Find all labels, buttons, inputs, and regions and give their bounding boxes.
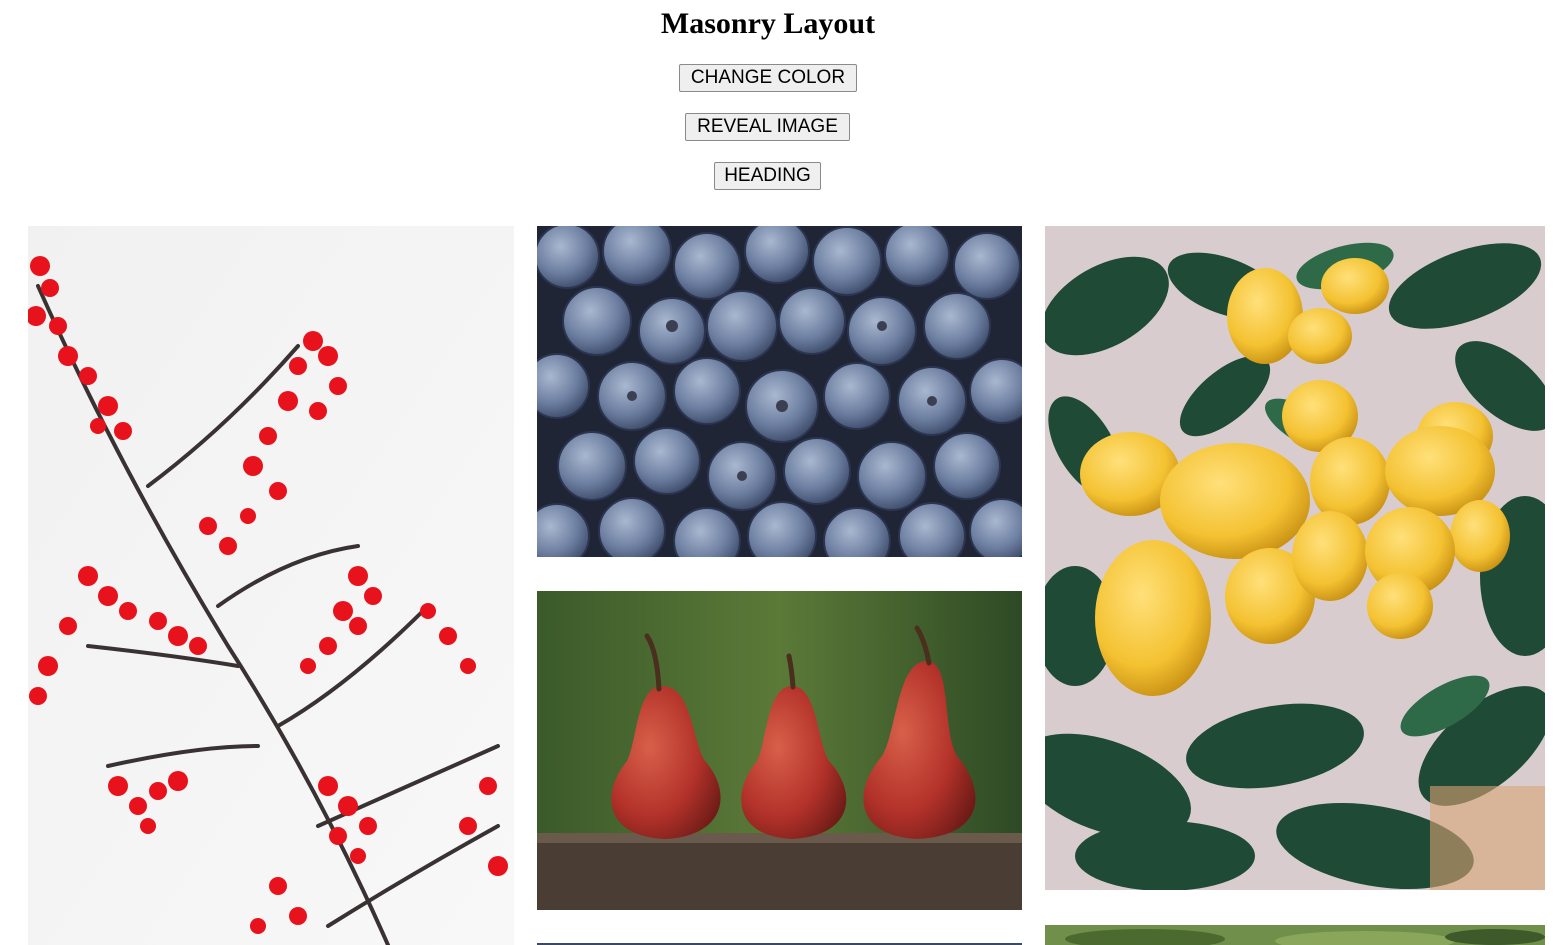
page-title: Masonry Layout xyxy=(660,7,876,40)
gallery-image-blueberries xyxy=(537,226,1022,557)
partial-image-right xyxy=(1045,925,1545,945)
gallery-image-lemons xyxy=(1045,226,1545,890)
gallery-image-red-berries xyxy=(28,226,514,945)
gallery-image-pears xyxy=(537,591,1022,910)
heading-button[interactable]: HEADING xyxy=(714,162,821,190)
gallery-image-partial-right xyxy=(1045,925,1545,945)
change-color-button[interactable]: CHANGE COLOR xyxy=(679,64,857,92)
blueberries-image xyxy=(537,226,1022,557)
reveal-image-button[interactable]: REVEAL IMAGE xyxy=(685,113,850,141)
red-berries-image xyxy=(28,226,514,945)
lemons-image xyxy=(1045,226,1545,890)
pears-image xyxy=(537,591,1022,910)
